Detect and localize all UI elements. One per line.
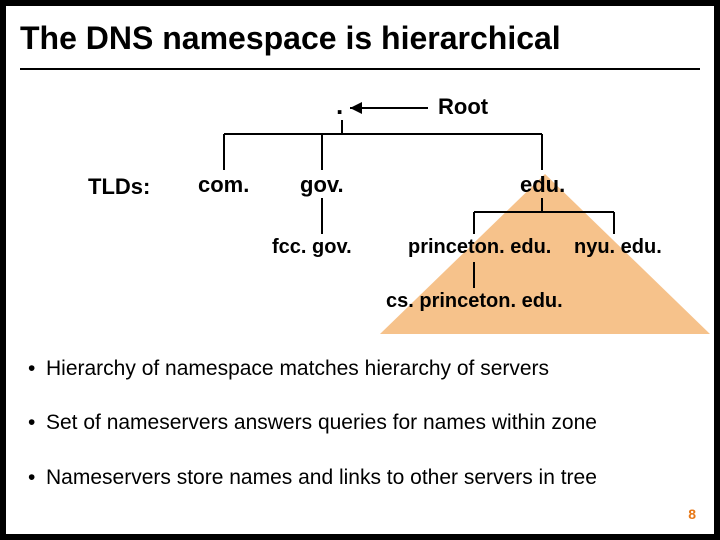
dns-tree-diagram: . Root TLDs: com. gov. edu. fcc. gov. pr…	[20, 86, 700, 346]
tlds-label: TLDs:	[88, 174, 150, 200]
tree-connectors	[20, 86, 700, 346]
bullet-list: •Hierarchy of namespace matches hierarch…	[28, 356, 692, 519]
slide: The DNS namespace is hierarchical . Root	[6, 6, 714, 534]
node-princeton-edu: princeton. edu.	[408, 236, 551, 259]
title-underline	[20, 68, 700, 70]
slide-title: The DNS namespace is hierarchical	[20, 20, 700, 57]
node-cs-princeton-edu: cs. princeton. edu.	[386, 290, 563, 313]
bullet-text: Nameservers store names and links to oth…	[46, 466, 597, 489]
bullet-item: •Hierarchy of namespace matches hierarch…	[28, 356, 692, 382]
root-label: Root	[438, 94, 488, 120]
bullet-text: Hierarchy of namespace matches hierarchy…	[46, 357, 549, 380]
tld-gov: gov.	[300, 172, 344, 198]
bullet-text: Set of nameservers answers queries for n…	[46, 411, 597, 434]
node-fcc-gov: fcc. gov.	[272, 236, 352, 259]
tld-edu: edu.	[520, 172, 565, 198]
bullet-item: •Set of nameservers answers queries for …	[28, 410, 692, 436]
tld-com: com.	[198, 172, 249, 198]
bullet-item: •Nameservers store names and links to ot…	[28, 465, 692, 491]
page-number: 8	[688, 506, 696, 522]
root-dot-node: .	[336, 90, 343, 121]
node-nyu-edu: nyu. edu.	[574, 236, 662, 259]
